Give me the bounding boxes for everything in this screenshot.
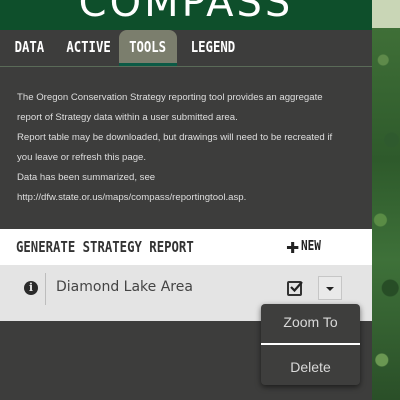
tab-active[interactable]: ACTIVE [66,30,111,66]
report-title: GENERATE STRATEGY REPORT [16,238,194,256]
report-header: GENERATE STRATEGY REPORT ✚ NEW [0,229,372,265]
app-header: COMPASS [0,0,372,30]
description-line: report of Strategy data within a user su… [17,112,238,123]
description-line: Data has been summarized, see [17,172,156,183]
plus-icon: ✚ [286,234,300,259]
info-icon[interactable]: i [24,281,38,295]
tab-tools[interactable]: TOOLS [119,30,177,66]
menu-item-zoom-to[interactable]: Zoom To [261,314,360,330]
description-line: Report table may be downloaded, but draw… [17,132,333,143]
tool-description: The Oregon Conservation Strategy reporti… [17,88,362,208]
tab-underline [0,66,372,67]
app-title: COMPASS [78,0,294,26]
description-link[interactable]: http://dfw.state.or.us/maps/compass/repo… [17,188,362,208]
new-report-button[interactable]: ✚ NEW [286,229,325,265]
tab-bar: DATA ACTIVE TOOLS LEGEND [0,30,372,66]
checkbox-checked-icon[interactable] [287,281,303,296]
tab-legend[interactable]: LEGEND [190,30,236,66]
report-dropdown-button[interactable] [318,276,342,300]
row-divider [45,273,46,305]
tab-data[interactable]: DATA [13,30,46,66]
description-line: The Oregon Conservation Strategy reporti… [17,92,323,103]
new-button-label: NEW [301,239,322,254]
caret-down-icon [326,287,334,291]
report-action-menu: Zoom To Delete [261,304,360,385]
menu-divider [261,343,360,345]
report-name: Diamond Lake Area [56,279,193,295]
description-line: you leave or refresh this page. [17,152,147,163]
map-view[interactable] [372,0,400,400]
menu-item-delete[interactable]: Delete [261,359,360,375]
tab-tools-label: TOOLS [129,38,167,56]
